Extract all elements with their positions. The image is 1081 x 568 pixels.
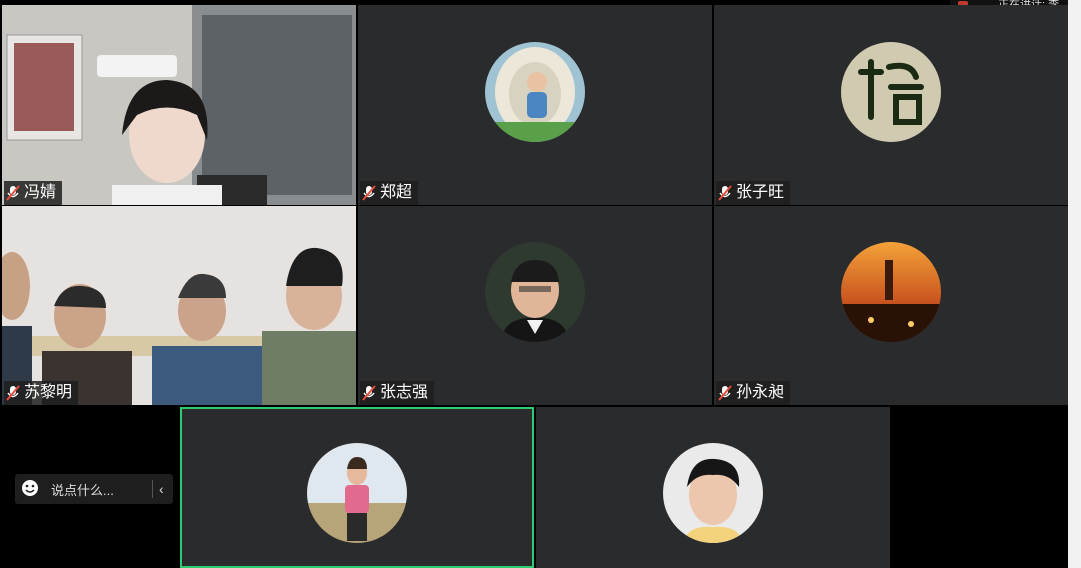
participant-name-label: 郑超 [360,181,419,205]
participant-name: 张志强 [380,384,429,401]
avatar [663,443,763,543]
smile-icon[interactable] [15,479,45,500]
participant-name: 张子旺 [736,184,785,201]
participant-tile[interactable] [536,407,890,568]
participant-name: 苏黎明 [24,384,73,401]
avatar [841,242,941,342]
participant-tile-video[interactable]: 苏黎明 [2,206,356,405]
participant-name: 冯婧 [24,184,57,201]
participant-tile[interactable]: 张志强 [358,206,712,405]
video-feed-group [2,206,356,405]
chevron-left-icon[interactable]: ‹ [159,481,173,497]
video-feed-room [2,5,356,205]
mic-muted-icon [718,185,732,201]
chat-placeholder[interactable]: 说点什么... [45,480,152,499]
mic-muted-icon [362,185,376,201]
avatar [307,443,407,543]
participant-name: 郑超 [380,184,413,201]
mic-muted-icon [6,385,20,401]
mic-muted-icon [362,385,376,401]
divider [152,480,153,498]
mic-muted-icon [718,385,732,401]
participant-tile-video[interactable]: 冯婧 [2,5,356,205]
top-strip [0,0,1068,4]
avatar [841,42,941,142]
participant-name-label: 冯婧 [4,181,63,205]
participant-tile[interactable]: 郑超 [358,5,712,205]
participant-tile[interactable]: 孙永昶 [714,206,1068,405]
participant-name-label: 苏黎明 [4,381,79,405]
participant-tile[interactable]: 张子旺 [714,5,1068,205]
participant-tile-active[interactable] [180,407,534,568]
mic-muted-icon [6,185,20,201]
avatar [485,42,585,142]
participant-name: 孙永昶 [736,384,785,401]
right-scrollbar[interactable] [1068,0,1081,568]
participant-name-label: 张志强 [360,381,435,405]
chat-input-bar[interactable]: 说点什么... ‹ [15,474,173,504]
participant-name-label: 孙永昶 [716,381,791,405]
participant-name-label: 张子旺 [716,181,791,205]
avatar [485,242,585,342]
